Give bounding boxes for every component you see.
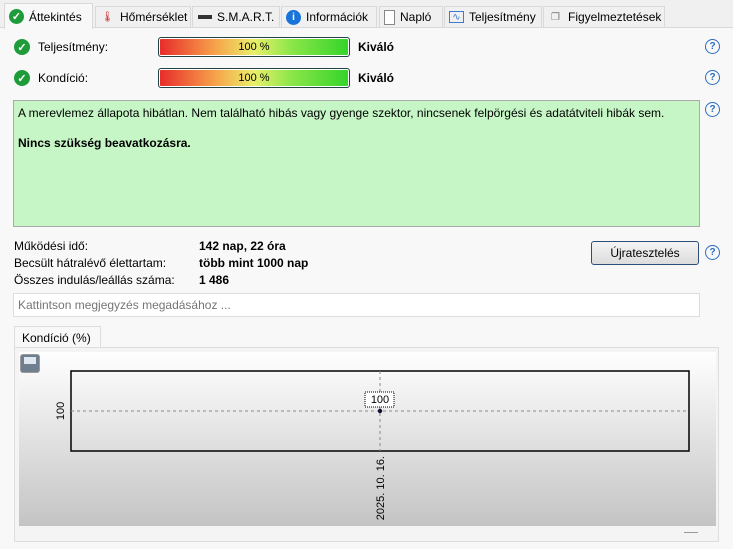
tab-log[interactable]: Napló [379, 6, 443, 27]
tab-info[interactable]: i Információk [281, 6, 377, 27]
data-label: 100 [371, 394, 389, 406]
tab-warnings[interactable]: ❐ Figyelmeztetések [543, 6, 665, 27]
uptime-label: Működési idő: [14, 239, 89, 253]
performance-label: Teljesítmény: [38, 40, 109, 54]
drive-icon [197, 10, 212, 25]
check-icon: ✓ [9, 9, 24, 24]
tab-label: Napló [400, 10, 432, 24]
retest-button[interactable]: Újratesztelés [591, 241, 699, 265]
status-recommendation: Nincs szükség beavatkozásra. [18, 136, 191, 150]
data-point [377, 408, 383, 414]
tab-performance[interactable]: ∿ Teljesítmény [444, 6, 542, 27]
condition-label: Kondíció: [38, 71, 89, 85]
info-icon: i [286, 9, 301, 25]
copy-icon: ❐ [551, 11, 560, 23]
tab-condition-chart[interactable]: Kondíció (%) [14, 326, 101, 348]
status-text: A merevlemez állapota hibátlan. Nem talá… [18, 106, 665, 120]
help-icon[interactable]: ? [705, 245, 720, 260]
status-box: A merevlemez állapota hibátlan. Nem talá… [13, 100, 700, 227]
chart-icon: ∿ [449, 11, 464, 23]
condition-bar: 100 % [158, 68, 350, 88]
y-tick-label: 100 [55, 402, 67, 420]
performance-bar: 100 % [158, 37, 350, 57]
tab-bar: ✓ Áttekintés 🌡 Hőmérséklet S.M.A.R.T. i Inf… [0, 0, 733, 29]
tab-temperature[interactable]: 🌡 Hőmérséklet [95, 6, 191, 27]
tab-label: S.M.A.R.T. [217, 10, 275, 24]
tab-label: Információk [306, 10, 369, 24]
chart-svg: 100 100 2025. 10. 16. [55, 370, 690, 520]
tab-label: Hőmérséklet [120, 10, 188, 24]
save-icon[interactable] [20, 354, 40, 373]
info-values: 142 nap, 22 óra több mint 1000 nap 1 486 [199, 238, 308, 289]
startstop-label: Összes indulás/leállás száma: [14, 273, 175, 287]
lifetime-value: több mint 1000 nap [199, 256, 309, 270]
chart-area: 100 100 2025. 10. 16. [19, 352, 716, 526]
startstop-value: 1 486 [199, 273, 230, 287]
minimize-handle[interactable] [684, 532, 698, 533]
performance-rating: Kiváló [358, 40, 395, 54]
condition-rating: Kiváló [358, 71, 395, 85]
check-icon: ✓ [14, 39, 30, 55]
note-input[interactable] [13, 293, 700, 317]
tab-overview[interactable]: ✓ Áttekintés [4, 3, 93, 29]
tab-label: Áttekintés [29, 9, 82, 24]
document-icon [384, 9, 395, 25]
tab-label: Figyelmeztetések [568, 10, 662, 24]
uptime-value: 142 nap, 22 óra [199, 239, 286, 253]
info-labels: Működési idő: Becsült hátralévő élettart… [14, 238, 175, 289]
check-icon: ✓ [14, 70, 30, 86]
x-tick-label: 2025. 10. 16. [375, 456, 387, 520]
help-icon[interactable]: ? [705, 102, 720, 117]
thermometer-icon: 🌡 [101, 11, 114, 23]
help-icon[interactable]: ? [705, 70, 720, 85]
lifetime-label: Becsült hátralévő élettartam: [14, 256, 167, 270]
tab-label: Teljesítmény [469, 10, 536, 24]
help-icon[interactable]: ? [705, 39, 720, 54]
tab-smart[interactable]: S.M.A.R.T. [192, 6, 280, 27]
